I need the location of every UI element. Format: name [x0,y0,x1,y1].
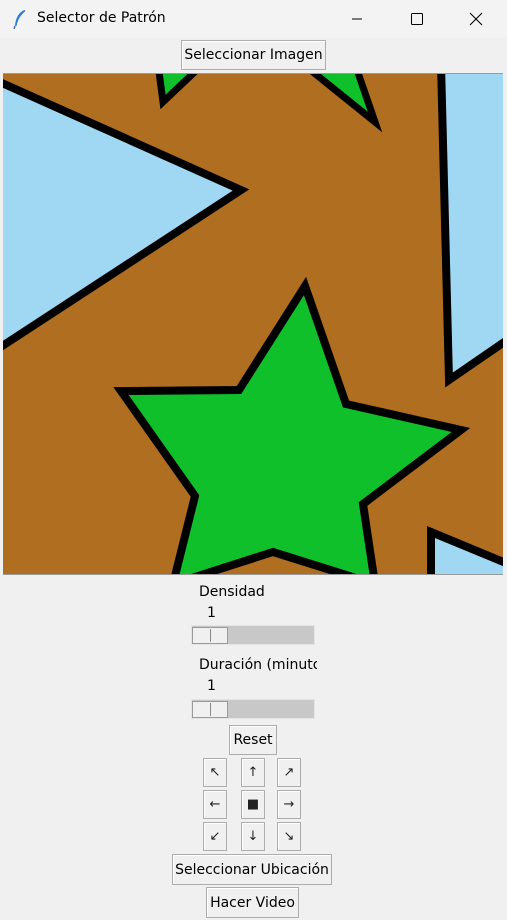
arrow-left-icon: ← [209,797,221,812]
triangle-shape [437,74,503,388]
arrow-up-left-icon: ↖ [209,765,221,780]
title-bar: Selector de Patrón [0,0,507,38]
select-image-button[interactable]: Seleccionar Imagen [181,40,326,70]
center-button[interactable]: ■ [241,790,265,819]
arrow-right-icon: → [283,797,295,812]
pattern-image [3,74,503,574]
arrow-down-right-icon: ↘ [283,829,295,844]
maximize-icon [411,13,423,25]
select-location-button[interactable]: Seleccionar Ubicación [172,854,332,885]
move-left-button[interactable]: ← [203,790,227,819]
duration-slider-thumb[interactable] [192,701,228,718]
minimize-button[interactable] [334,0,380,38]
move-right-button[interactable]: → [277,790,301,819]
pattern-canvas[interactable] [3,73,503,575]
close-icon [469,12,483,26]
move-down-left-button[interactable]: ↙ [203,822,227,851]
duration-value: 1 [207,678,216,694]
density-slider[interactable] [191,625,315,645]
density-value: 1 [207,605,216,621]
arrow-up-right-icon: ↗ [283,765,295,780]
feather-icon [13,10,26,29]
close-button[interactable] [453,0,499,38]
density-slider-thumb[interactable] [192,627,228,644]
duration-slider[interactable] [191,699,315,719]
make-video-button[interactable]: Hacer Video [206,887,299,918]
window-title: Selector de Patrón [37,10,166,26]
density-label: Densidad [199,584,265,600]
move-up-right-button[interactable]: ↗ [277,758,301,787]
arrow-down-icon: ↓ [247,829,259,844]
minimize-icon [352,18,362,20]
arrow-down-left-icon: ↙ [209,829,221,844]
duration-label-clip: Duración (minutos [199,657,317,677]
arrow-up-icon: ↑ [247,765,259,780]
move-down-right-button[interactable]: ↘ [277,822,301,851]
move-down-button[interactable]: ↓ [241,822,265,851]
move-up-button[interactable]: ↑ [241,758,265,787]
move-up-left-button[interactable]: ↖ [203,758,227,787]
reset-button[interactable]: Reset [229,725,277,755]
maximize-button[interactable] [394,0,440,38]
square-icon: ■ [246,797,260,812]
duration-label: Duración (minutos [199,657,317,673]
